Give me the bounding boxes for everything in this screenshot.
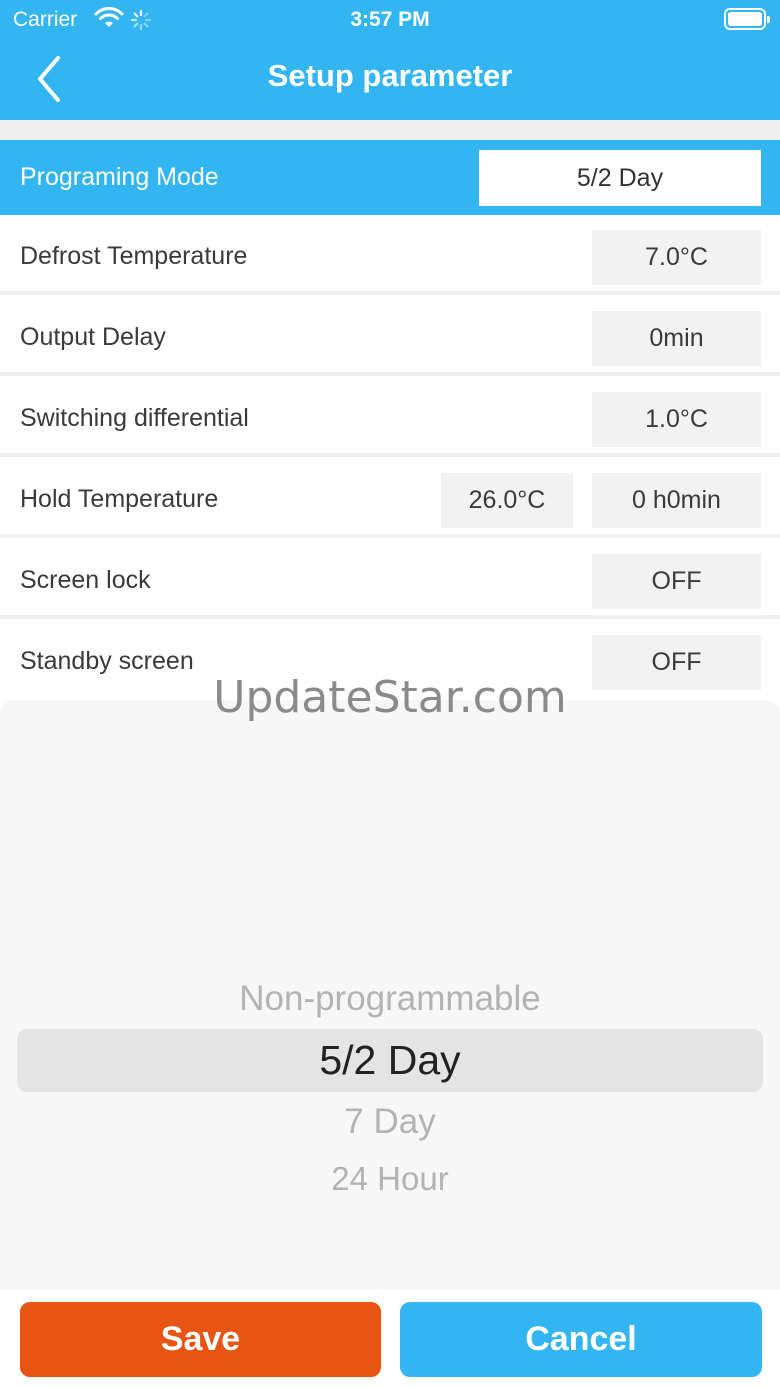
row-label: Output Delay — [20, 323, 166, 351]
programing-mode-value[interactable]: 5/2 Day — [479, 150, 761, 206]
hold-temperature-value[interactable]: 26.0°C — [441, 473, 573, 528]
row-label: Screen lock — [20, 566, 151, 594]
status-time: 3:57 PM — [350, 8, 430, 31]
battery-icon — [724, 8, 770, 30]
row-programing-mode[interactable]: Programing Mode 5/2 Day — [0, 140, 780, 215]
section-spacer — [0, 120, 780, 140]
row-output-delay[interactable]: Output Delay 0min — [0, 299, 780, 376]
picker-option[interactable]: 24 Hour — [0, 1160, 780, 1198]
row-defrost-temperature[interactable]: Defrost Temperature 7.0°C — [0, 218, 780, 295]
cancel-button[interactable]: Cancel — [400, 1302, 762, 1377]
defrost-temperature-value[interactable]: 7.0°C — [592, 230, 761, 285]
hold-duration-value[interactable]: 0 h0min — [592, 473, 761, 528]
picker-option-selected[interactable]: 5/2 Day — [0, 1037, 780, 1084]
row-label: Switching differential — [20, 404, 249, 432]
picker-option[interactable]: Non-programmable — [0, 979, 780, 1019]
row-screen-lock[interactable]: Screen lock OFF — [0, 542, 780, 619]
screen-lock-value[interactable]: OFF — [592, 554, 761, 609]
row-label: Hold Temperature — [20, 485, 219, 513]
row-label: Defrost Temperature — [20, 242, 248, 270]
row-switching-differential[interactable]: Switching differential 1.0°C — [0, 380, 780, 457]
navigation-bar: Carrier 3:57 PM Setup parameter — [0, 0, 780, 120]
page-title: Setup parameter — [267, 58, 513, 93]
save-button[interactable]: Save — [20, 1302, 381, 1377]
output-delay-value[interactable]: 0min — [592, 311, 761, 366]
row-label: Programing Mode — [20, 163, 219, 191]
watermark: UpdateStar.com — [213, 672, 567, 723]
status-bar: Carrier 3:57 PM — [0, 0, 780, 40]
switching-differential-value[interactable]: 1.0°C — [592, 392, 761, 447]
picker-option[interactable]: 7 Day — [0, 1102, 780, 1142]
row-hold-temperature[interactable]: Hold Temperature 26.0°C 0 h0min — [0, 461, 780, 538]
